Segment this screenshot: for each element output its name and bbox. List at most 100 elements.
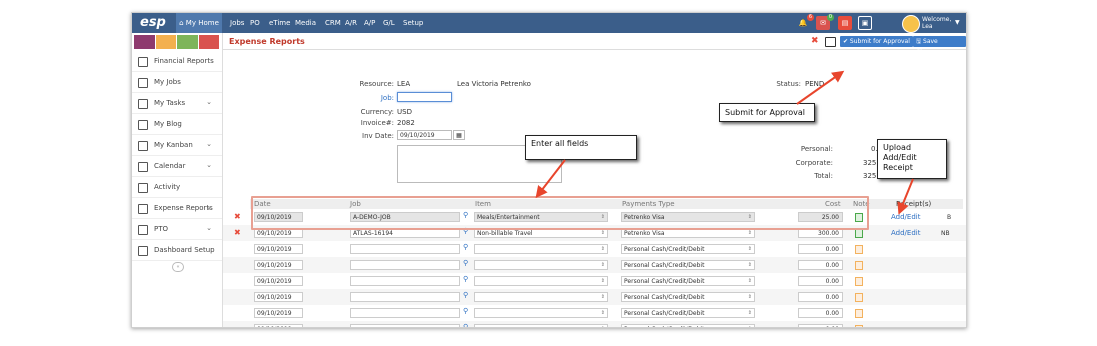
date-input[interactable]: 09/10/2019 [254,292,303,302]
sidebar-item-my-kanban[interactable]: My Kanban ⌄ [132,135,222,156]
search-icon[interactable]: ⚲ [463,275,468,283]
resource-code: LEA [397,80,411,88]
print-icon[interactable] [825,37,836,47]
note-icon[interactable] [855,229,863,238]
billable-flag: B [947,214,952,221]
item-select[interactable]: ⇕ [474,260,608,270]
payment-type-select[interactable]: Personal Cash/Credit/Debit⇕ [621,324,755,327]
sidebar-item-dashboard-setup[interactable]: Dashboard Setup [132,240,222,261]
database-icon[interactable]: ▤ [838,16,852,30]
calendar-icon[interactable]: ▦ [453,130,465,140]
item-select[interactable]: ⇕ [474,244,608,254]
bell-icon[interactable]: 🔔 6 [796,14,814,30]
cost-input[interactable]: 0.00 [798,260,843,270]
job-input[interactable] [350,260,460,270]
note-icon[interactable] [855,309,863,318]
date-input[interactable]: 09/10/2019 [254,244,303,254]
chevron-down-icon[interactable]: ⌄ [206,203,212,211]
sidebar-item-pto[interactable]: PTO ⌄ [132,219,222,240]
job-input[interactable] [350,292,460,302]
color-swatch[interactable] [155,35,176,49]
search-icon[interactable]: ⚲ [463,307,468,315]
date-input[interactable]: 09/10/2019 [254,308,303,318]
nav-item-po[interactable]: PO [250,19,260,27]
sidebar-item-label: Calendar [154,162,186,170]
payment-type-select[interactable]: Personal Cash/Credit/Debit⇕ [621,276,755,286]
sidebar-item-activity[interactable]: Activity [132,177,222,198]
job-label[interactable]: Job: [351,94,394,102]
chevron-down-icon[interactable]: ⌄ [206,98,212,106]
item-select[interactable]: ⇕ [474,276,608,286]
col-receipts: Receipt(s) [896,200,932,208]
color-swatch[interactable] [134,35,155,49]
payment-type-select[interactable]: Personal Cash/Credit/Debit⇕ [621,244,755,254]
nav-item-setup[interactable]: Setup [403,19,423,27]
item-select[interactable]: ⇕ [474,308,608,318]
payment-type-select[interactable]: Personal Cash/Credit/Debit⇕ [621,308,755,318]
inv-date-input[interactable]: 09/10/2019 [397,130,452,140]
note-icon[interactable] [855,261,863,270]
note-icon[interactable] [855,325,863,327]
delete-row-icon[interactable]: ✖ [234,212,241,221]
sidebar-item-financial-reports[interactable]: Financial Reports [132,51,222,72]
payment-type-select[interactable]: Personal Cash/Credit/Debit⇕ [621,260,755,270]
sidebar-item-label: Activity [154,183,181,191]
sidebar-item-calendar[interactable]: Calendar ⌄ [132,156,222,177]
chevron-down-icon[interactable]: ⌄ [206,161,212,169]
search-icon[interactable]: ⚲ [463,291,468,299]
color-swatch[interactable] [198,35,219,49]
nav-item-crm[interactable]: CRM [325,19,341,27]
cost-input[interactable]: 0.00 [798,244,843,254]
submit-for-approval-button[interactable]: ✔ Submit for Approval [840,36,913,47]
nav-item-g-l[interactable]: G/L [383,19,395,27]
my-home-button[interactable]: ⌂ My Home [176,13,222,33]
nav-item-etime[interactable]: eTime [269,19,290,27]
select-arrow-icon: ⇕ [600,246,605,252]
note-icon[interactable] [855,277,863,286]
nav-item-a-r[interactable]: A/R [345,19,357,27]
sidebar-item-my-tasks[interactable]: My Tasks ⌄ [132,93,222,114]
cost-input[interactable]: 0.00 [798,276,843,286]
date-input[interactable]: 09/10/2019 [254,324,303,327]
delete-row-icon[interactable]: ✖ [234,228,241,237]
date-input[interactable]: 09/10/2019 [254,276,303,286]
chevron-down-icon[interactable]: ⌄ [206,224,212,232]
note-icon[interactable] [855,245,863,254]
item-select[interactable]: ⇕ [474,292,608,302]
chevron-down-icon[interactable]: ▼ [955,19,960,26]
add-edit-receipt-link[interactable]: Add/Edit [891,229,920,237]
nav-item-media[interactable]: Media [295,19,316,27]
job-input[interactable] [350,308,460,318]
job-input[interactable] [350,244,460,254]
nav-item-a-p[interactable]: A/P [364,19,375,27]
sidebar-item-expense-reports[interactable]: Expense Reports ⌄ [132,198,222,219]
nav-item-jobs[interactable]: Jobs [230,19,244,27]
sidebar-item-my-jobs[interactable]: My Jobs [132,72,222,93]
save-disk-icon[interactable]: ▣ [858,16,872,30]
job-input[interactable] [350,276,460,286]
save-changes-button[interactable]: 🖫 Save Changes [913,36,966,56]
sidebar-item-my-blog[interactable]: My Blog [132,114,222,135]
color-swatch[interactable] [177,35,198,49]
collapse-sidebar-button[interactable]: « [172,262,184,272]
chevron-down-icon[interactable]: ⌄ [206,140,212,148]
status-label: Status: [776,80,801,88]
date-input[interactable]: 09/10/2019 [254,260,303,270]
search-icon[interactable]: ⚲ [463,259,468,267]
app-logo[interactable]: esp [140,15,166,30]
mail-icon[interactable]: ✉ 0 [816,14,834,30]
cost-input[interactable]: 0.00 [798,292,843,302]
add-edit-receipt-link[interactable]: Add/Edit [891,213,920,221]
search-icon[interactable]: ⚲ [463,243,468,251]
cost-input[interactable]: 0.00 [798,308,843,318]
job-input[interactable] [397,92,452,102]
close-icon[interactable]: ✖ [811,36,819,46]
search-icon[interactable]: ⚲ [463,323,468,327]
item-select[interactable]: ⇕ [474,324,608,327]
total-label: Total: [814,172,833,180]
job-input[interactable] [350,324,460,327]
note-icon[interactable] [855,293,863,302]
cost-input[interactable]: 0.00 [798,324,843,327]
payment-type-select[interactable]: Personal Cash/Credit/Debit⇕ [621,292,755,302]
avatar[interactable] [902,15,920,33]
